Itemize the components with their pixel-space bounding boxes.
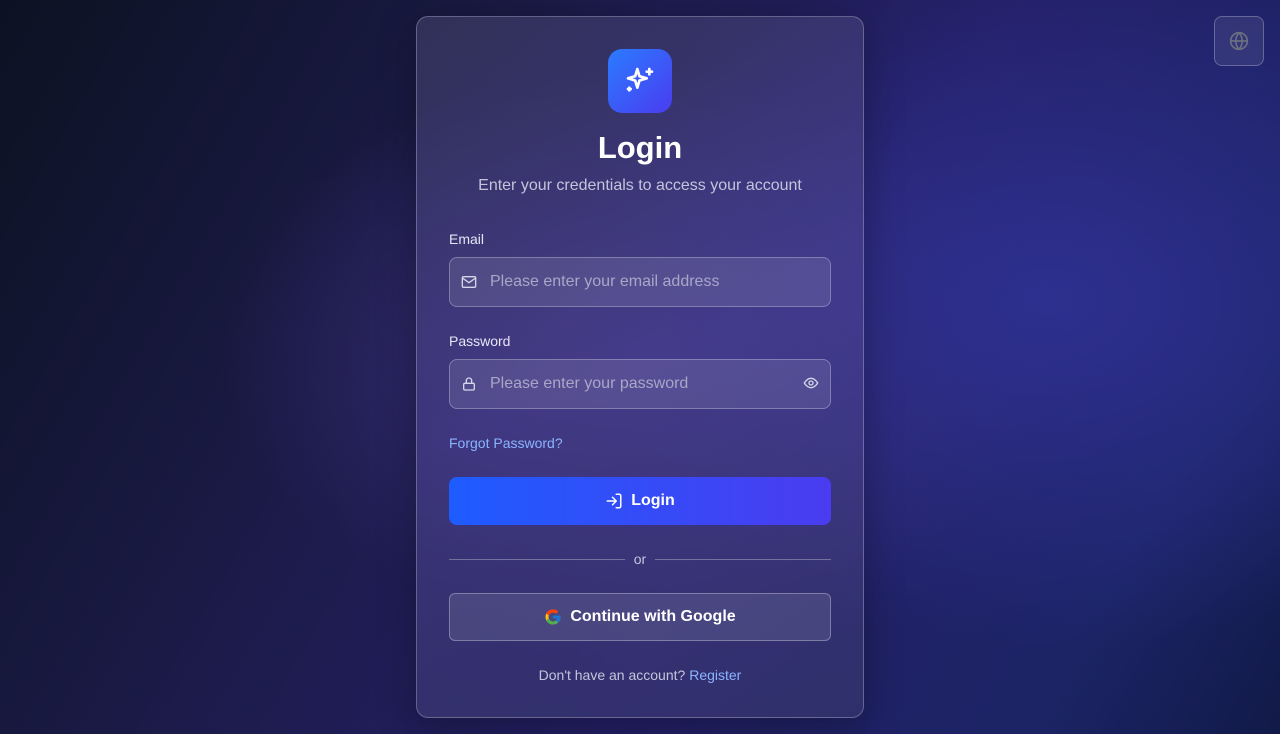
email-field-wrapper (449, 257, 831, 307)
forgot-password-link[interactable]: Forgot Password? (449, 435, 563, 451)
google-login-button[interactable]: Continue with Google (449, 593, 831, 641)
show-password-icon[interactable] (803, 375, 819, 391)
password-input[interactable] (490, 375, 790, 393)
register-link[interactable]: Register (689, 667, 741, 683)
app-logo (608, 49, 672, 113)
mail-icon (461, 276, 477, 288)
password-field-wrapper (449, 359, 831, 409)
sparkles-icon (626, 67, 654, 92)
lock-icon (463, 377, 475, 391)
page-title: Login (597, 130, 683, 165)
email-label: Email (449, 231, 485, 247)
google-icon (545, 609, 561, 625)
password-label: Password (449, 333, 511, 349)
register-prompt-text: Don't have an account? (538, 667, 686, 683)
login-button[interactable]: Login (449, 477, 831, 525)
globe-icon (1229, 31, 1249, 51)
email-input[interactable] (490, 273, 790, 291)
language-button[interactable] (1214, 16, 1264, 66)
google-button-label: Continue with Google (570, 608, 736, 625)
page-subtitle: Enter your credentials to access your ac… (478, 177, 802, 194)
divider-text: or (633, 551, 647, 567)
login-card: Login Enter your credentials to access y… (416, 16, 864, 718)
or-divider: or (449, 551, 831, 567)
login-button-label: Login (631, 492, 675, 509)
register-prompt: Don't have an account? Register (417, 667, 863, 683)
login-icon (606, 493, 622, 509)
